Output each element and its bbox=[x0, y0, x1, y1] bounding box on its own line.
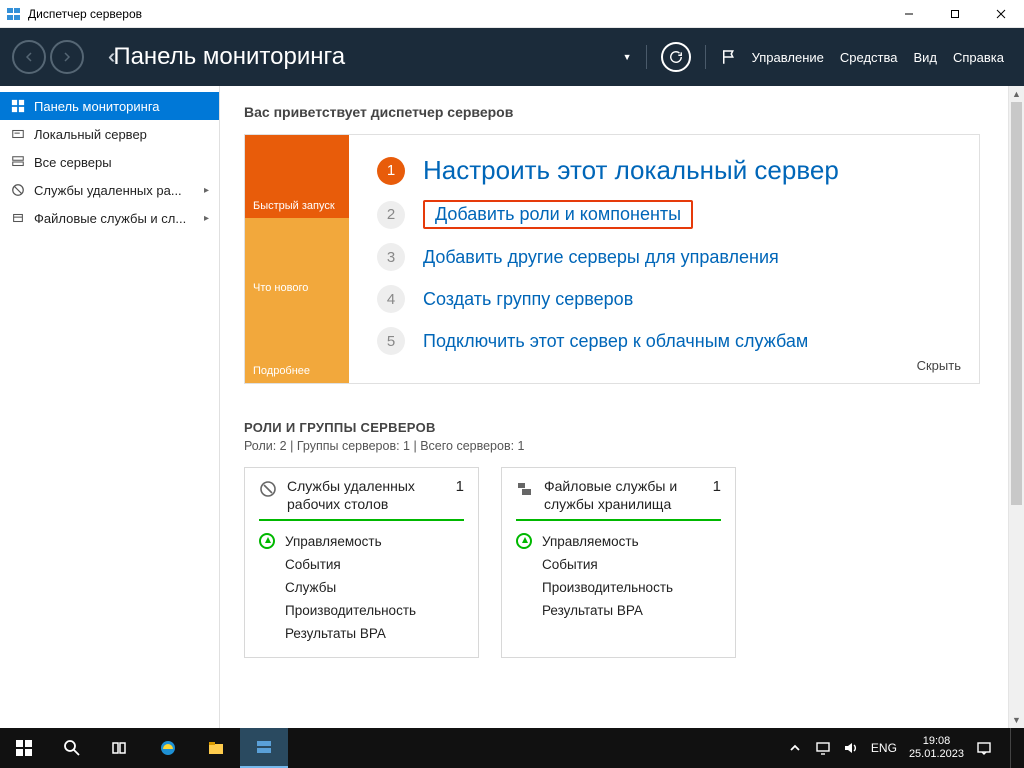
ie-icon[interactable] bbox=[144, 728, 192, 768]
quickstart-tab-whatsnew[interactable]: Что нового bbox=[245, 218, 349, 301]
step-number: 3 bbox=[377, 243, 405, 271]
rds-icon bbox=[259, 480, 277, 498]
tray-volume-icon[interactable] bbox=[843, 740, 859, 756]
role-row-events[interactable]: События bbox=[259, 553, 464, 576]
menu-view[interactable]: Вид bbox=[913, 50, 937, 65]
step-label: Создать группу серверов bbox=[423, 289, 633, 310]
rds-icon bbox=[10, 182, 26, 198]
step-label: Настроить этот локальный сервер bbox=[423, 155, 839, 186]
step-number: 4 bbox=[377, 285, 405, 313]
step-label: Добавить роли и компоненты bbox=[423, 200, 693, 229]
sidebar-item-label: Службы удаленных ра... bbox=[34, 183, 182, 198]
nav-back-button[interactable] bbox=[12, 40, 46, 74]
step-label: Подключить этот сервер к облачным служба… bbox=[423, 331, 808, 352]
storage-icon bbox=[516, 480, 534, 498]
file-icon bbox=[10, 210, 26, 226]
roles-section-title: РОЛИ И ГРУППЫ СЕРВЕРОВ bbox=[244, 420, 980, 435]
menu-manage[interactable]: Управление bbox=[752, 50, 824, 65]
up-arrow-icon bbox=[516, 533, 532, 549]
window-title: Диспетчер серверов bbox=[28, 7, 886, 21]
minimize-button[interactable] bbox=[886, 0, 932, 28]
step-configure-local[interactable]: 1 Настроить этот локальный сервер bbox=[377, 155, 951, 186]
role-row-performance[interactable]: Производительность bbox=[259, 599, 464, 622]
sidebar-item-local-server[interactable]: Локальный сервер bbox=[0, 120, 219, 148]
role-row-bpa[interactable]: Результаты BPA bbox=[516, 599, 721, 622]
servers-icon bbox=[10, 154, 26, 170]
notifications-flag-icon[interactable] bbox=[720, 48, 738, 66]
server-icon bbox=[10, 126, 26, 142]
app-icon bbox=[6, 6, 22, 22]
tray-overflow-icon[interactable] bbox=[787, 740, 803, 756]
step-create-group[interactable]: 4 Создать группу серверов bbox=[377, 285, 951, 313]
role-card-rds: Службы удаленных рабочих столов 1 Управл… bbox=[244, 467, 479, 658]
refresh-button[interactable] bbox=[661, 42, 691, 72]
quickstart-tab-more[interactable]: Подробнее bbox=[245, 300, 349, 383]
sidebar-item-dashboard[interactable]: Панель мониторинга bbox=[0, 92, 219, 120]
server-manager-taskbar-icon[interactable] bbox=[240, 728, 288, 768]
step-label: Добавить другие серверы для управления bbox=[423, 247, 779, 268]
search-button[interactable] bbox=[48, 728, 96, 768]
role-card-count: 1 bbox=[456, 478, 464, 495]
dashboard-icon bbox=[10, 98, 26, 114]
step-number: 1 bbox=[377, 157, 405, 185]
up-arrow-icon bbox=[259, 533, 275, 549]
chevron-right-icon: ▸ bbox=[204, 213, 209, 224]
role-row-manageability[interactable]: Управляемость bbox=[259, 529, 464, 553]
sidebar-item-label: Локальный сервер bbox=[34, 127, 147, 142]
explorer-icon[interactable] bbox=[192, 728, 240, 768]
tray-notifications-icon[interactable] bbox=[976, 740, 992, 756]
role-card-count: 1 bbox=[713, 478, 721, 495]
vertical-scrollbar[interactable]: ▲ ▼ bbox=[1008, 86, 1024, 728]
window-titlebar: Диспетчер серверов bbox=[0, 0, 1024, 28]
quickstart-tab-quick[interactable]: Быстрый запуск bbox=[245, 135, 349, 218]
header-bar: ‹‹ Панель мониторинга ▼ Управление Средс… bbox=[0, 28, 1024, 86]
role-row-services[interactable]: Службы bbox=[259, 576, 464, 599]
step-cloud-connect[interactable]: 5 Подключить этот сервер к облачным служ… bbox=[377, 327, 951, 355]
sidebar-item-label: Все серверы bbox=[34, 155, 112, 170]
step-add-servers[interactable]: 3 Добавить другие серверы для управления bbox=[377, 243, 951, 271]
start-button[interactable] bbox=[0, 728, 48, 768]
role-row-events[interactable]: События bbox=[516, 553, 721, 576]
role-card-file-services: Файловые службы и службы хранилища 1 Упр… bbox=[501, 467, 736, 658]
scroll-thumb[interactable] bbox=[1011, 102, 1022, 505]
sidebar-item-file-services[interactable]: Файловые службы и сл... ▸ bbox=[0, 204, 219, 232]
step-number: 5 bbox=[377, 327, 405, 355]
role-card-title: Файловые службы и службы хранилища bbox=[544, 478, 703, 513]
menu-help[interactable]: Справка bbox=[953, 50, 1004, 65]
quickstart-panel: Быстрый запуск Что нового Подробнее 1 На… bbox=[244, 134, 980, 384]
sidebar-item-all-servers[interactable]: Все серверы bbox=[0, 148, 219, 176]
sidebar-item-label: Файловые службы и сл... bbox=[34, 211, 186, 226]
close-button[interactable] bbox=[978, 0, 1024, 28]
sidebar-item-rds[interactable]: Службы удаленных ра... ▸ bbox=[0, 176, 219, 204]
show-desktop-button[interactable] bbox=[1010, 728, 1016, 768]
scroll-up-icon[interactable]: ▲ bbox=[1009, 86, 1024, 102]
taskbar: ENG 19:08 25.01.2023 bbox=[0, 728, 1024, 768]
roles-section-subtitle: Роли: 2 | Группы серверов: 1 | Всего сер… bbox=[244, 439, 980, 453]
header-dropdown-caret[interactable]: ▼ bbox=[619, 52, 632, 62]
role-row-bpa[interactable]: Результаты BPA bbox=[259, 622, 464, 645]
role-card-title: Службы удаленных рабочих столов bbox=[287, 478, 446, 513]
nav-forward-button[interactable] bbox=[50, 40, 84, 74]
step-number: 2 bbox=[377, 201, 405, 229]
maximize-button[interactable] bbox=[932, 0, 978, 28]
page-title: Панель мониторинга bbox=[113, 43, 345, 71]
main-content: Вас приветствует диспетчер серверов Быст… bbox=[220, 86, 1008, 728]
tray-language[interactable]: ENG bbox=[871, 741, 897, 755]
sidebar: Панель мониторинга Локальный сервер Все … bbox=[0, 86, 220, 728]
breadcrumb-chevron-icon: ‹‹ bbox=[108, 46, 109, 69]
welcome-heading: Вас приветствует диспетчер серверов bbox=[244, 104, 980, 120]
tray-display-icon[interactable] bbox=[815, 740, 831, 756]
chevron-right-icon: ▸ bbox=[204, 185, 209, 196]
role-row-manageability[interactable]: Управляемость bbox=[516, 529, 721, 553]
step-add-roles[interactable]: 2 Добавить роли и компоненты bbox=[377, 200, 951, 229]
menu-tools[interactable]: Средства bbox=[840, 50, 898, 65]
hide-link[interactable]: Скрыть bbox=[917, 358, 961, 373]
task-view-button[interactable] bbox=[96, 728, 144, 768]
scroll-down-icon[interactable]: ▼ bbox=[1009, 712, 1024, 728]
tray-clock[interactable]: 19:08 25.01.2023 bbox=[909, 735, 964, 761]
role-row-performance[interactable]: Производительность bbox=[516, 576, 721, 599]
sidebar-item-label: Панель мониторинга bbox=[34, 99, 160, 114]
